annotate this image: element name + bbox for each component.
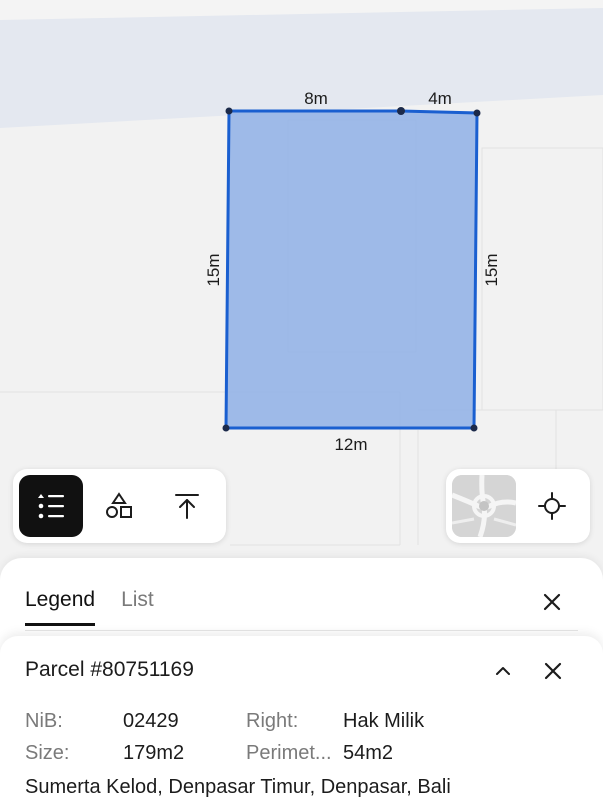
shapes-button[interactable]: [87, 475, 151, 537]
nib-value: 02429: [123, 710, 179, 732]
locate-button[interactable]: [520, 475, 584, 537]
tabs-divider: [25, 630, 578, 631]
parcel-vertex[interactable]: [473, 109, 481, 117]
dimension-label-left: 15m: [204, 253, 223, 286]
legend-button[interactable]: [19, 475, 83, 537]
dimension-label-right: 15m: [482, 253, 501, 286]
parcel-polygon[interactable]: [224, 109, 479, 430]
size-label: Size:: [25, 742, 70, 764]
parcel-vertex[interactable]: [470, 424, 478, 432]
parcel-card: Parcel #80751169 NiB: 02429 Right: Hak M…: [0, 636, 603, 804]
chevron-up-icon: [496, 667, 510, 675]
perimeter-label: Perimet...: [246, 742, 332, 764]
tab-legend[interactable]: Legend: [25, 588, 96, 626]
parcel-vertex[interactable]: [225, 107, 233, 115]
parcel-vertex[interactable]: [222, 424, 230, 432]
upload-button[interactable]: [155, 475, 219, 537]
nib-label: NiB:: [25, 710, 63, 732]
perimeter-value: 54m2: [343, 742, 394, 764]
map-controls: [446, 469, 590, 543]
close-icon: [544, 662, 562, 680]
dimension-label-top-right: 4m: [428, 89, 452, 108]
dimension-label-bottom: 12m: [334, 435, 367, 454]
shapes-icon: [106, 492, 132, 518]
tab-list[interactable]: List: [121, 588, 154, 626]
right-label: Right:: [246, 710, 299, 732]
basemap-thumbnail: [452, 475, 516, 537]
size-value: 179m2: [123, 742, 185, 764]
upload-icon: [175, 494, 199, 519]
collapse-card-button[interactable]: [488, 656, 518, 686]
parcel-title: Parcel #80751169: [25, 658, 194, 681]
parcel-vertex[interactable]: [397, 107, 405, 115]
right-value: Hak Milik: [343, 710, 425, 732]
legend-list-icon: [38, 494, 64, 519]
sheet-tabs: Legend List: [25, 588, 154, 626]
dimension-label-top-left: 8m: [304, 89, 328, 108]
parcel-address: Sumerta Kelod, Denpasar Timur, Denpasar,…: [25, 776, 451, 798]
bottom-sheet: Legend List Parcel #80751169 NiB: 02429 …: [0, 558, 603, 804]
close-card-button[interactable]: [538, 656, 568, 686]
close-sheet-button[interactable]: [538, 588, 566, 616]
crosshair-icon: [538, 492, 566, 520]
basemap-toggle[interactable]: [452, 475, 516, 537]
map-toolbar: [13, 469, 226, 543]
close-icon: [543, 593, 561, 611]
